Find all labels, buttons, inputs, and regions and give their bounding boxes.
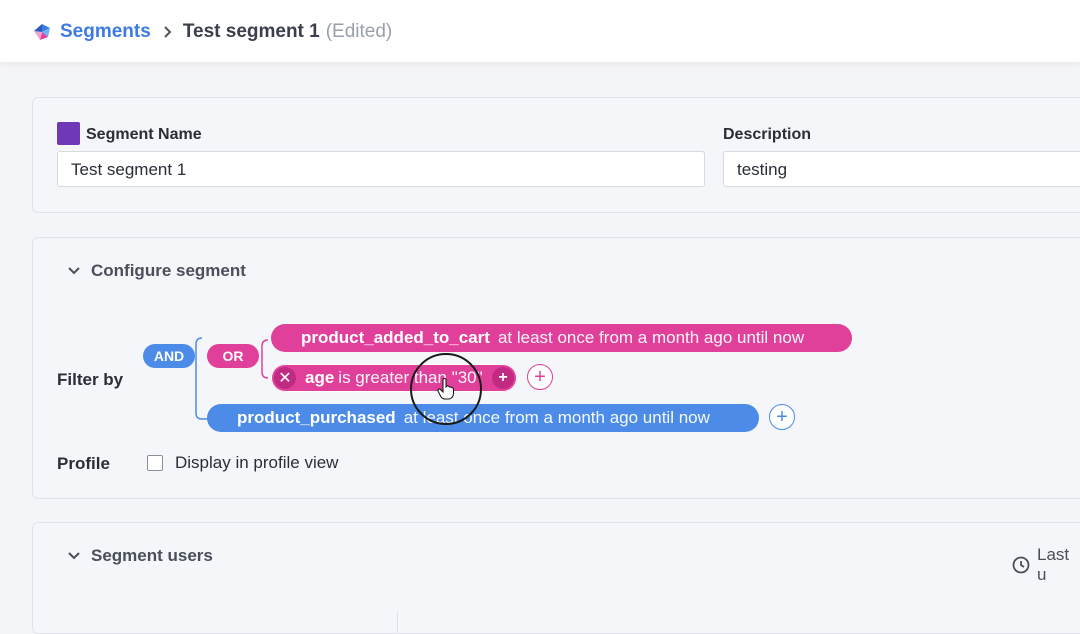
configure-segment-card: Configure segment Filter by AND OR produ… <box>32 237 1080 499</box>
filter-by-label: Filter by <box>57 370 124 389</box>
breadcrumb: Segments Test segment 1 (Edited) <box>32 20 392 44</box>
display-in-profile-checkbox[interactable] <box>147 455 163 471</box>
hand-pointer-icon <box>437 377 455 405</box>
profile-label: Profile <box>57 454 110 473</box>
description-input[interactable]: testing <box>723 151 1080 187</box>
filter-condition: at least once from a month ago until now <box>497 328 805 347</box>
or-operator-button[interactable]: OR <box>207 344 259 368</box>
breadcrumb-current: Test segment 1 <box>182 21 320 42</box>
history-icon <box>1011 555 1031 575</box>
add-and-filter-button[interactable]: + <box>769 404 795 430</box>
filter-event-name: product_purchased <box>237 408 396 427</box>
remove-filter-icon[interactable]: ✕ <box>274 367 296 389</box>
last-updated-text: Last u <box>1037 545 1070 584</box>
segment-name-label: Segment Name <box>86 126 202 143</box>
and-operator-button[interactable]: AND <box>143 344 195 368</box>
configure-segment-title: Configure segment <box>91 261 246 280</box>
segment-users-toggle[interactable]: Segment users <box>67 546 213 566</box>
app-logo-icon <box>32 22 52 42</box>
filter-chip-product-purchased[interactable]: product_purchased at least once from a m… <box>207 404 759 432</box>
description-label: Description <box>723 126 812 143</box>
filter-event-name: age <box>305 368 335 387</box>
add-or-filter-button[interactable]: + <box>527 364 553 390</box>
chevron-down-icon <box>67 266 81 276</box>
add-subfilter-icon[interactable]: + <box>492 367 514 389</box>
segment-details-card: Segment Name Test segment 1 Description … <box>32 97 1080 213</box>
configure-segment-toggle[interactable]: Configure segment <box>67 261 246 281</box>
edited-indicator: (Edited) <box>325 21 393 42</box>
segment-name-input[interactable]: Test segment 1 <box>57 151 705 187</box>
breadcrumb-segments-link[interactable]: Segments <box>60 21 151 43</box>
filter-event-name: product_added_to_cart <box>301 328 490 347</box>
last-updated: Last u <box>1011 545 1080 585</box>
top-bar: Segments Test segment 1 (Edited) <box>0 0 1080 62</box>
display-in-profile-label[interactable]: Display in profile view <box>175 453 338 473</box>
filter-chip-product-added-to-cart[interactable]: product_added_to_cart at least once from… <box>271 324 852 352</box>
chevron-down-icon <box>67 551 81 561</box>
segment-color-swatch[interactable] <box>57 122 80 145</box>
segment-users-card: Segment users Last u <box>32 522 1080 634</box>
segment-users-title: Segment users <box>91 546 213 565</box>
divider <box>397 611 398 633</box>
chevron-right-icon <box>163 25 173 39</box>
